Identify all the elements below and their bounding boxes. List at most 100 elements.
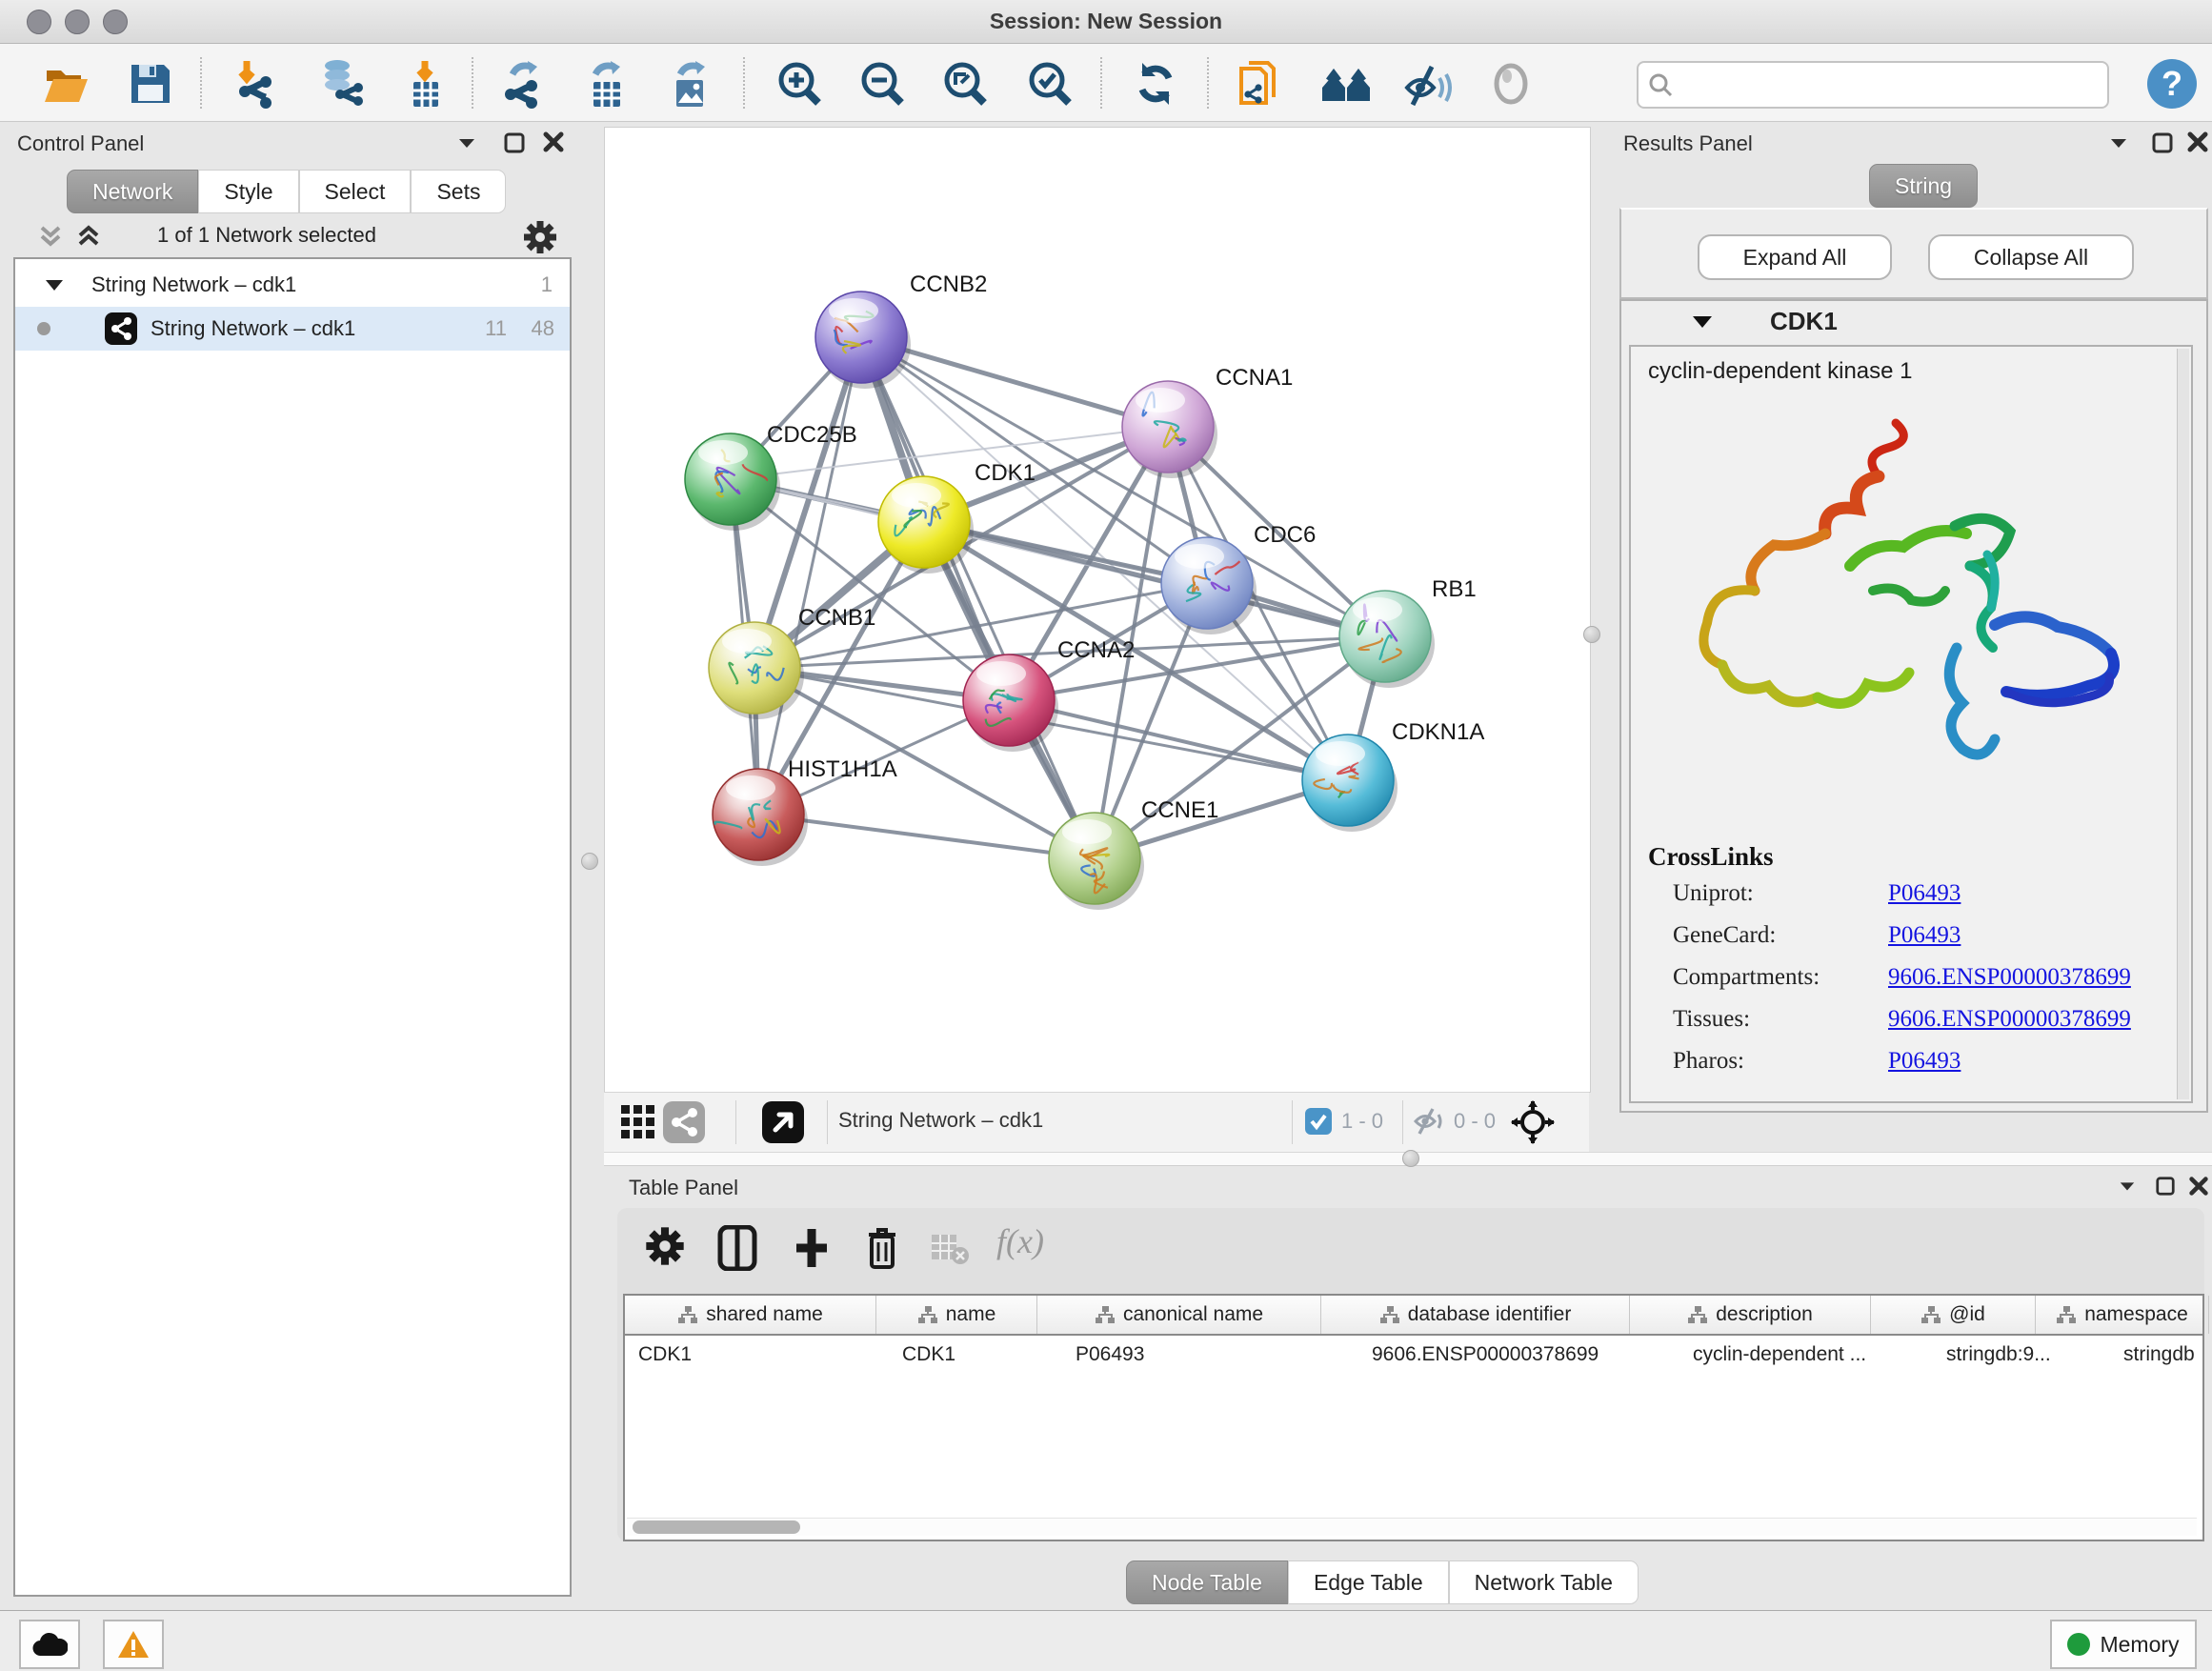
right-splitter-grip[interactable] [1583, 626, 1600, 643]
toolbar-separator [1207, 57, 1209, 109]
import-network-icon[interactable] [233, 59, 283, 109]
network-node-CDKN1A[interactable]: CDKN1A [1302, 719, 1484, 832]
node-label-HIST1H1A: HIST1H1A [788, 756, 897, 782]
cloud-button[interactable] [19, 1620, 80, 1669]
delete-column-trash-icon[interactable] [863, 1225, 901, 1271]
tab-node-table[interactable]: Node Table [1126, 1560, 1288, 1604]
network-edge[interactable] [924, 522, 1385, 636]
zoom-fit-icon[interactable] [941, 59, 991, 109]
table-panel-close-icon[interactable] [2187, 1175, 2210, 1198]
tab-edge-table[interactable]: Edge Table [1288, 1560, 1449, 1604]
table-panel-float-icon[interactable] [2155, 1176, 2176, 1197]
save-session-icon[interactable] [126, 59, 175, 109]
column-header-description[interactable]: description [1630, 1296, 1871, 1334]
toolbar-separator [1100, 57, 1102, 109]
left-splitter-grip[interactable] [581, 853, 598, 870]
network-node-HIST1H1A[interactable]: HIST1H1A [713, 756, 897, 866]
network-canvas[interactable]: CCNB2CCNA1CDC25BCDK1CDC6RB1CCNB1CCNA2CDK… [604, 127, 1591, 1093]
export-image-icon[interactable] [665, 59, 714, 109]
tab-string[interactable]: String [1869, 164, 1978, 208]
crosslink-link[interactable]: 9606.ENSP00000378699 [1888, 1006, 2131, 1033]
zoom-out-icon[interactable] [858, 59, 908, 109]
table-cell[interactable]: CDK1 [625, 1336, 889, 1374]
export-network-icon[interactable] [499, 59, 549, 109]
network-row[interactable]: String Network – cdk1 11 48 [15, 307, 570, 351]
network-options-gear-icon[interactable] [522, 219, 558, 255]
import-network-database-icon[interactable] [314, 59, 364, 109]
scrollbar-thumb[interactable] [633, 1520, 800, 1534]
column-header-name[interactable]: name [876, 1296, 1037, 1334]
network-edge[interactable] [758, 337, 861, 815]
help-icon[interactable]: ? [2145, 57, 2195, 107]
tab-select[interactable]: Select [299, 170, 412, 213]
network-collection-row[interactable]: String Network – cdk1 1 [15, 263, 570, 307]
table-cell[interactable]: P06493 [1062, 1336, 1358, 1374]
table-row[interactable]: CDK1CDK1P064939606.ENSP00000378699cyclin… [625, 1336, 2202, 1374]
network-node-CDC6[interactable]: CDC6 [1161, 522, 1316, 634]
expand-all-button[interactable]: Expand All [1698, 234, 1892, 280]
zoom-selected-icon[interactable] [1026, 59, 1076, 109]
table-horizontal-scrollbar[interactable] [627, 1518, 2197, 1536]
show-all-eye-icon[interactable] [1486, 59, 1536, 109]
control-panel-close-icon[interactable] [541, 130, 566, 154]
control-panel-float-icon[interactable] [503, 131, 526, 154]
results-panel-close-icon[interactable] [2185, 130, 2210, 154]
horizontal-splitter-grip[interactable] [1402, 1150, 1419, 1167]
selected-checkbox-icon[interactable] [1305, 1108, 1332, 1135]
home-icon[interactable] [1320, 59, 1370, 109]
control-panel-menu-icon[interactable] [455, 133, 478, 152]
results-panel-float-icon[interactable] [2151, 131, 2174, 154]
results-panel-menu-icon[interactable] [2107, 133, 2130, 152]
table-cell[interactable]: stringdb [2110, 1336, 2212, 1374]
create-column-plus-icon[interactable] [791, 1225, 833, 1271]
table-options-gear-icon[interactable] [644, 1225, 686, 1267]
protein-detail-box: cyclin-dependent kinase 1 [1629, 345, 2193, 1103]
refresh-icon[interactable] [1131, 59, 1180, 109]
crosslink-link[interactable]: P06493 [1888, 880, 1961, 907]
birds-eye-grid-icon[interactable] [617, 1101, 659, 1143]
collapse-section-icon[interactable] [1690, 312, 1715, 332]
warning-button[interactable] [103, 1620, 164, 1669]
network-node-RB1[interactable]: RB1 [1339, 576, 1477, 688]
tab-style[interactable]: Style [198, 170, 298, 213]
hide-selected-eye-icon[interactable] [1403, 59, 1453, 109]
protein-header-row[interactable]: CDK1 [1621, 301, 2206, 343]
search-field[interactable] [1637, 61, 2109, 109]
results-scrollbar[interactable] [2177, 349, 2189, 1099]
search-input[interactable] [1673, 66, 2107, 104]
import-table-icon[interactable] [400, 59, 450, 109]
table-panel-menu-icon[interactable] [2117, 1178, 2138, 1195]
tab-network-table[interactable]: Network Table [1449, 1560, 1639, 1604]
string-share-icon[interactable] [663, 1101, 705, 1143]
table-cell[interactable]: stringdb:9... [1933, 1336, 2110, 1374]
column-header-canonical-name[interactable]: canonical name [1037, 1296, 1321, 1334]
tab-network[interactable]: Network [67, 170, 198, 213]
crosslink-link[interactable]: P06493 [1888, 922, 1961, 949]
horizontal-splitter[interactable] [604, 1152, 2212, 1166]
show-columns-icon[interactable] [716, 1225, 758, 1271]
network-node-CCNA1[interactable]: CCNA1 [1122, 365, 1293, 478]
column-header-@id[interactable]: @id [1871, 1296, 2036, 1334]
share-document-icon[interactable] [1236, 59, 1285, 109]
collapse-all-button[interactable]: Collapse All [1928, 234, 2134, 280]
open-session-icon[interactable] [42, 59, 91, 109]
memory-button[interactable]: Memory [2050, 1620, 2197, 1669]
fit-selected-crosshair-icon[interactable] [1511, 1100, 1555, 1144]
collection-expand-icon[interactable] [44, 276, 65, 293]
column-header-namespace[interactable]: namespace [2036, 1296, 2209, 1334]
export-table-icon[interactable] [582, 59, 632, 109]
crosslink-link[interactable]: 9606.ENSP00000378699 [1888, 964, 2131, 991]
table-cell[interactable]: cyclin-dependent ... [1679, 1336, 1933, 1374]
tab-sets[interactable]: Sets [411, 170, 506, 213]
network-view-toolbar: String Network – cdk1 1 - 0 0 - 0 [604, 1092, 1589, 1152]
table-cell[interactable]: CDK1 [889, 1336, 1062, 1374]
column-header-shared-name[interactable]: shared name [625, 1296, 876, 1334]
table-cell[interactable]: 9606.ENSP00000378699 [1358, 1336, 1679, 1374]
crosslink-link[interactable]: P06493 [1888, 1048, 1961, 1075]
column-header-database-identifier[interactable]: database identifier [1321, 1296, 1630, 1334]
zoom-in-icon[interactable] [775, 59, 825, 109]
network-edge[interactable] [758, 815, 1095, 858]
node-label-CDKN1A: CDKN1A [1392, 719, 1484, 745]
network-node-CCNB2[interactable]: CCNB2 [815, 272, 987, 389]
open-in-window-icon[interactable] [762, 1101, 804, 1143]
